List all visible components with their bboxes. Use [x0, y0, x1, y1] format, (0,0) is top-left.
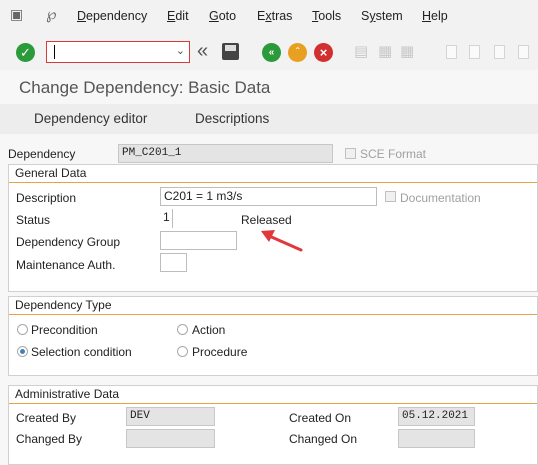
precondition-radio[interactable] [17, 324, 28, 335]
created-by-label: Created By [16, 411, 77, 425]
changed-by-field [126, 429, 215, 448]
previous-page-icon [469, 45, 480, 59]
menu-goto[interactable]: Goto [209, 9, 236, 23]
text-caret [54, 45, 55, 59]
action-radio[interactable] [177, 324, 188, 335]
documentation-checkbox [385, 191, 396, 202]
save-icon[interactable] [222, 43, 239, 60]
menu-dependency[interactable]: Dependency [77, 9, 147, 23]
last-page-icon [518, 45, 529, 59]
created-on-label: Created On [289, 411, 352, 425]
dependency-group-label: Dependency Group [16, 235, 121, 249]
menu-edit[interactable]: Edit [167, 9, 189, 23]
dependency-field: PM_C201_1 [118, 144, 333, 163]
double-left-icon[interactable]: « [197, 40, 208, 63]
annotation-arrow [261, 230, 303, 252]
maintenance-auth-label: Maintenance Auth. [16, 258, 116, 272]
group-title: General Data [15, 166, 87, 180]
menu-icon[interactable]: ▣ [10, 6, 23, 23]
created-on-field: 05.12.2021 [398, 407, 475, 426]
changed-on-label: Changed On [289, 432, 358, 446]
enter-icon[interactable]: ✓ [16, 43, 35, 62]
created-by-field: DEV [126, 407, 215, 426]
group-header: Dependency Type [9, 297, 537, 315]
find-icon: ▦ [378, 43, 393, 60]
maintenance-auth-field[interactable] [160, 253, 187, 272]
precondition-label: Precondition [31, 323, 98, 337]
back-icon[interactable]: « [262, 43, 281, 62]
procedure-label: Procedure [192, 345, 248, 359]
changed-on-field [398, 429, 475, 448]
dependency-editor-button[interactable]: Dependency editor [34, 111, 147, 126]
dependency-group-field[interactable] [160, 231, 237, 250]
changed-by-label: Changed By [16, 432, 83, 446]
action-label: Action [192, 323, 226, 337]
selection-condition-radio[interactable] [17, 346, 28, 357]
documentation-label: Documentation [400, 191, 481, 205]
status-label: Status [16, 213, 51, 227]
find-next-icon: ▦ [400, 43, 415, 60]
page-title: Change Dependency: Basic Data [19, 78, 271, 97]
description-label: Description [16, 191, 77, 205]
cancel-icon[interactable]: × [314, 43, 333, 62]
print-icon: ▤ [354, 43, 369, 60]
exit-icon[interactable]: ˆ [288, 43, 307, 62]
sce-format-label: SCE Format [360, 147, 427, 161]
status-field[interactable]: 1 [160, 209, 173, 228]
group-header: General Data [9, 165, 537, 183]
customize-icon[interactable]: ℘ [46, 5, 56, 23]
menu-extras[interactable]: Extras [257, 9, 292, 23]
menu-bar: ▣ ℘ Dependency Edit Goto Extras Tools Sy… [0, 0, 538, 32]
dependency-label: Dependency [8, 147, 76, 161]
first-page-icon [446, 45, 457, 59]
description-field[interactable]: C201 = 1 m3/s [160, 187, 377, 206]
selection-condition-label: Selection condition [31, 345, 132, 359]
menu-system[interactable]: System [361, 9, 403, 23]
sce-format-checkbox [345, 148, 356, 159]
group-header: Administrative Data [9, 386, 537, 404]
menu-help[interactable]: Help [422, 9, 448, 23]
next-page-icon [494, 45, 505, 59]
procedure-radio[interactable] [177, 346, 188, 357]
group-title: Dependency Type [15, 298, 112, 312]
menu-tools[interactable]: Tools [312, 9, 341, 23]
chevron-down-icon[interactable]: ⌄ [176, 44, 185, 57]
application-toolbar: Dependency editor Descriptions [0, 104, 538, 134]
group-title: Administrative Data [15, 387, 120, 401]
command-field[interactable]: ⌄ [46, 41, 190, 63]
descriptions-button[interactable]: Descriptions [195, 111, 269, 126]
